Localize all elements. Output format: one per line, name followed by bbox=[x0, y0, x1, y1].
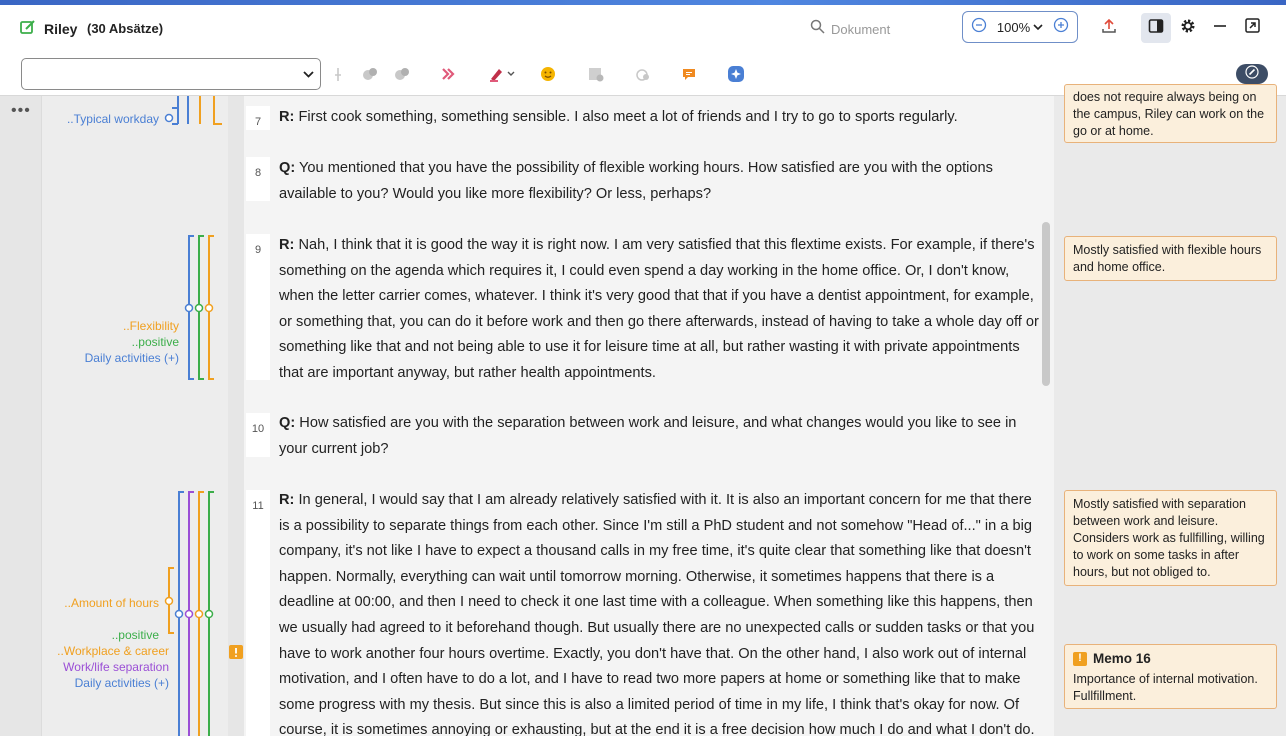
paragraph-text: First cook something, something sensible… bbox=[298, 109, 958, 125]
paragraph-text: Nah, I think that it is good the way it … bbox=[279, 237, 1039, 381]
code-assign-icon[interactable] bbox=[360, 64, 380, 84]
stripe-paragraph-9 bbox=[184, 235, 214, 380]
memo-text: Importance of internal motivation. Fullf… bbox=[1073, 672, 1258, 703]
zoom-control[interactable]: 100% bbox=[962, 11, 1078, 43]
code-remove-icon[interactable] bbox=[392, 64, 412, 84]
code-label-amount-of-hours[interactable]: ..Amount of hours bbox=[64, 596, 159, 610]
pencil-icon bbox=[1245, 64, 1259, 84]
paragraph-9[interactable]: R: Nah, I think that it is good the way … bbox=[279, 233, 1039, 387]
speaker: Q bbox=[279, 160, 291, 176]
paragraph-number: 7 bbox=[246, 106, 270, 130]
speaker: R bbox=[279, 492, 290, 508]
code-label-daily-activities[interactable]: Daily activities (+) bbox=[75, 676, 169, 690]
memo-text: Mostly satisfied with separation between… bbox=[1073, 497, 1265, 579]
upload-icon bbox=[1101, 18, 1117, 39]
code-label-workplace-career[interactable]: ..Workplace & career bbox=[57, 644, 169, 658]
document-header-bar: Riley (30 Absätze) Dokument 100% bbox=[0, 5, 1286, 52]
ai-assist-icon[interactable] bbox=[726, 64, 746, 84]
export-button[interactable] bbox=[1094, 13, 1124, 43]
code-stripes-pane: ••• ..Typical workday ..Flexibility ..po… bbox=[0, 96, 244, 736]
stripe-paragraph-11 bbox=[164, 491, 214, 736]
minimize-button[interactable] bbox=[1205, 13, 1235, 43]
document-text-pane: 7 R: First cook something, something sen… bbox=[244, 96, 1054, 736]
paragraph-number: 10 bbox=[246, 413, 270, 457]
paragraph-text: You mentioned that you have the possibil… bbox=[279, 160, 993, 202]
comment-icon[interactable] bbox=[679, 64, 699, 84]
paragraph-8[interactable]: Q: You mentioned that you have the possi… bbox=[279, 156, 1039, 207]
settings-button[interactable] bbox=[1173, 13, 1203, 43]
code-label-daily-activities[interactable]: Daily activities (+) bbox=[85, 351, 179, 365]
external-window-icon bbox=[1244, 18, 1260, 38]
zoom-level[interactable]: 100% bbox=[997, 20, 1030, 35]
vertical-scrollbar[interactable] bbox=[1042, 222, 1050, 386]
popout-button[interactable] bbox=[1237, 13, 1267, 43]
code-label-positive[interactable]: ..positive bbox=[112, 628, 159, 642]
side-panel-toggle[interactable] bbox=[1141, 13, 1171, 43]
paragraph-11[interactable]: R: In general, I would say that I am alr… bbox=[279, 488, 1039, 736]
memo-marker-icon[interactable] bbox=[229, 645, 243, 664]
edit-mode-toggle[interactable] bbox=[1236, 64, 1268, 84]
paragraph-text: How satisfied are you with the separatio… bbox=[279, 415, 1017, 457]
code-select-dropdown[interactable] bbox=[21, 58, 321, 90]
memo-warning-icon: ! bbox=[1073, 651, 1087, 666]
memo-pane: does not require always being on the cam… bbox=[1054, 84, 1286, 736]
minus-icon bbox=[1213, 19, 1227, 38]
memo-card[interactable]: does not require always being on the cam… bbox=[1064, 84, 1277, 143]
pin-icon[interactable] bbox=[328, 64, 348, 84]
code-label-positive[interactable]: ..positive bbox=[132, 335, 179, 349]
speaker: Q bbox=[279, 415, 291, 431]
memo-card[interactable]: Mostly satisfied with separation between… bbox=[1064, 490, 1277, 586]
table-code-icon[interactable] bbox=[586, 64, 606, 84]
stripe-typical-workday bbox=[164, 96, 222, 125]
code-off-icon[interactable] bbox=[633, 64, 653, 84]
minus-circle-icon[interactable] bbox=[971, 17, 987, 38]
memo-header: ! Memo 16 bbox=[1073, 650, 1268, 667]
paragraph-10[interactable]: Q: How satisfied are you with the separa… bbox=[279, 411, 1039, 462]
plus-circle-icon[interactable] bbox=[1053, 17, 1069, 38]
chevron-down-icon[interactable] bbox=[1033, 18, 1043, 36]
pencil-square-icon[interactable] bbox=[20, 19, 36, 35]
search-placeholder: Dokument bbox=[831, 21, 891, 37]
magnifier-icon bbox=[810, 19, 825, 39]
code-label-typical-workday[interactable]: ..Typical workday bbox=[67, 112, 159, 126]
paragraph-count: (30 Absätze) bbox=[87, 21, 164, 36]
paragraph-7[interactable]: R: First cook something, something sensi… bbox=[279, 105, 1039, 131]
speaker: R bbox=[279, 237, 290, 253]
paragraph-number: 11 bbox=[246, 490, 270, 736]
side-panel-icon bbox=[1148, 18, 1164, 39]
memo-card[interactable]: Mostly satisfied with flexible hours and… bbox=[1064, 236, 1277, 281]
color-code-icon[interactable] bbox=[439, 64, 459, 84]
memo-text: does not require always being on the cam… bbox=[1073, 90, 1265, 138]
code-label-work-life-separation[interactable]: Work/life separation bbox=[63, 660, 169, 674]
highlighter-icon[interactable] bbox=[487, 64, 517, 84]
memo-gutter bbox=[228, 96, 244, 736]
chevron-down-icon bbox=[303, 65, 314, 83]
memo-title: Memo 16 bbox=[1093, 651, 1151, 666]
paragraph-number: 9 bbox=[246, 234, 270, 380]
memo-card-16[interactable]: ! Memo 16 Importance of internal motivat… bbox=[1064, 644, 1277, 709]
document-name: Riley bbox=[44, 21, 78, 37]
gear-icon bbox=[1180, 18, 1196, 39]
document-search[interactable]: Dokument bbox=[810, 19, 890, 39]
memo-text: Mostly satisfied with flexible hours and… bbox=[1073, 243, 1262, 274]
speaker: R bbox=[279, 109, 290, 125]
paragraph-text: In general, I would say that I am alread… bbox=[279, 492, 1035, 736]
emoticode-icon[interactable] bbox=[538, 64, 558, 84]
paragraph-number: 8 bbox=[246, 157, 270, 201]
code-label-flexibility[interactable]: ..Flexibility bbox=[123, 319, 179, 333]
